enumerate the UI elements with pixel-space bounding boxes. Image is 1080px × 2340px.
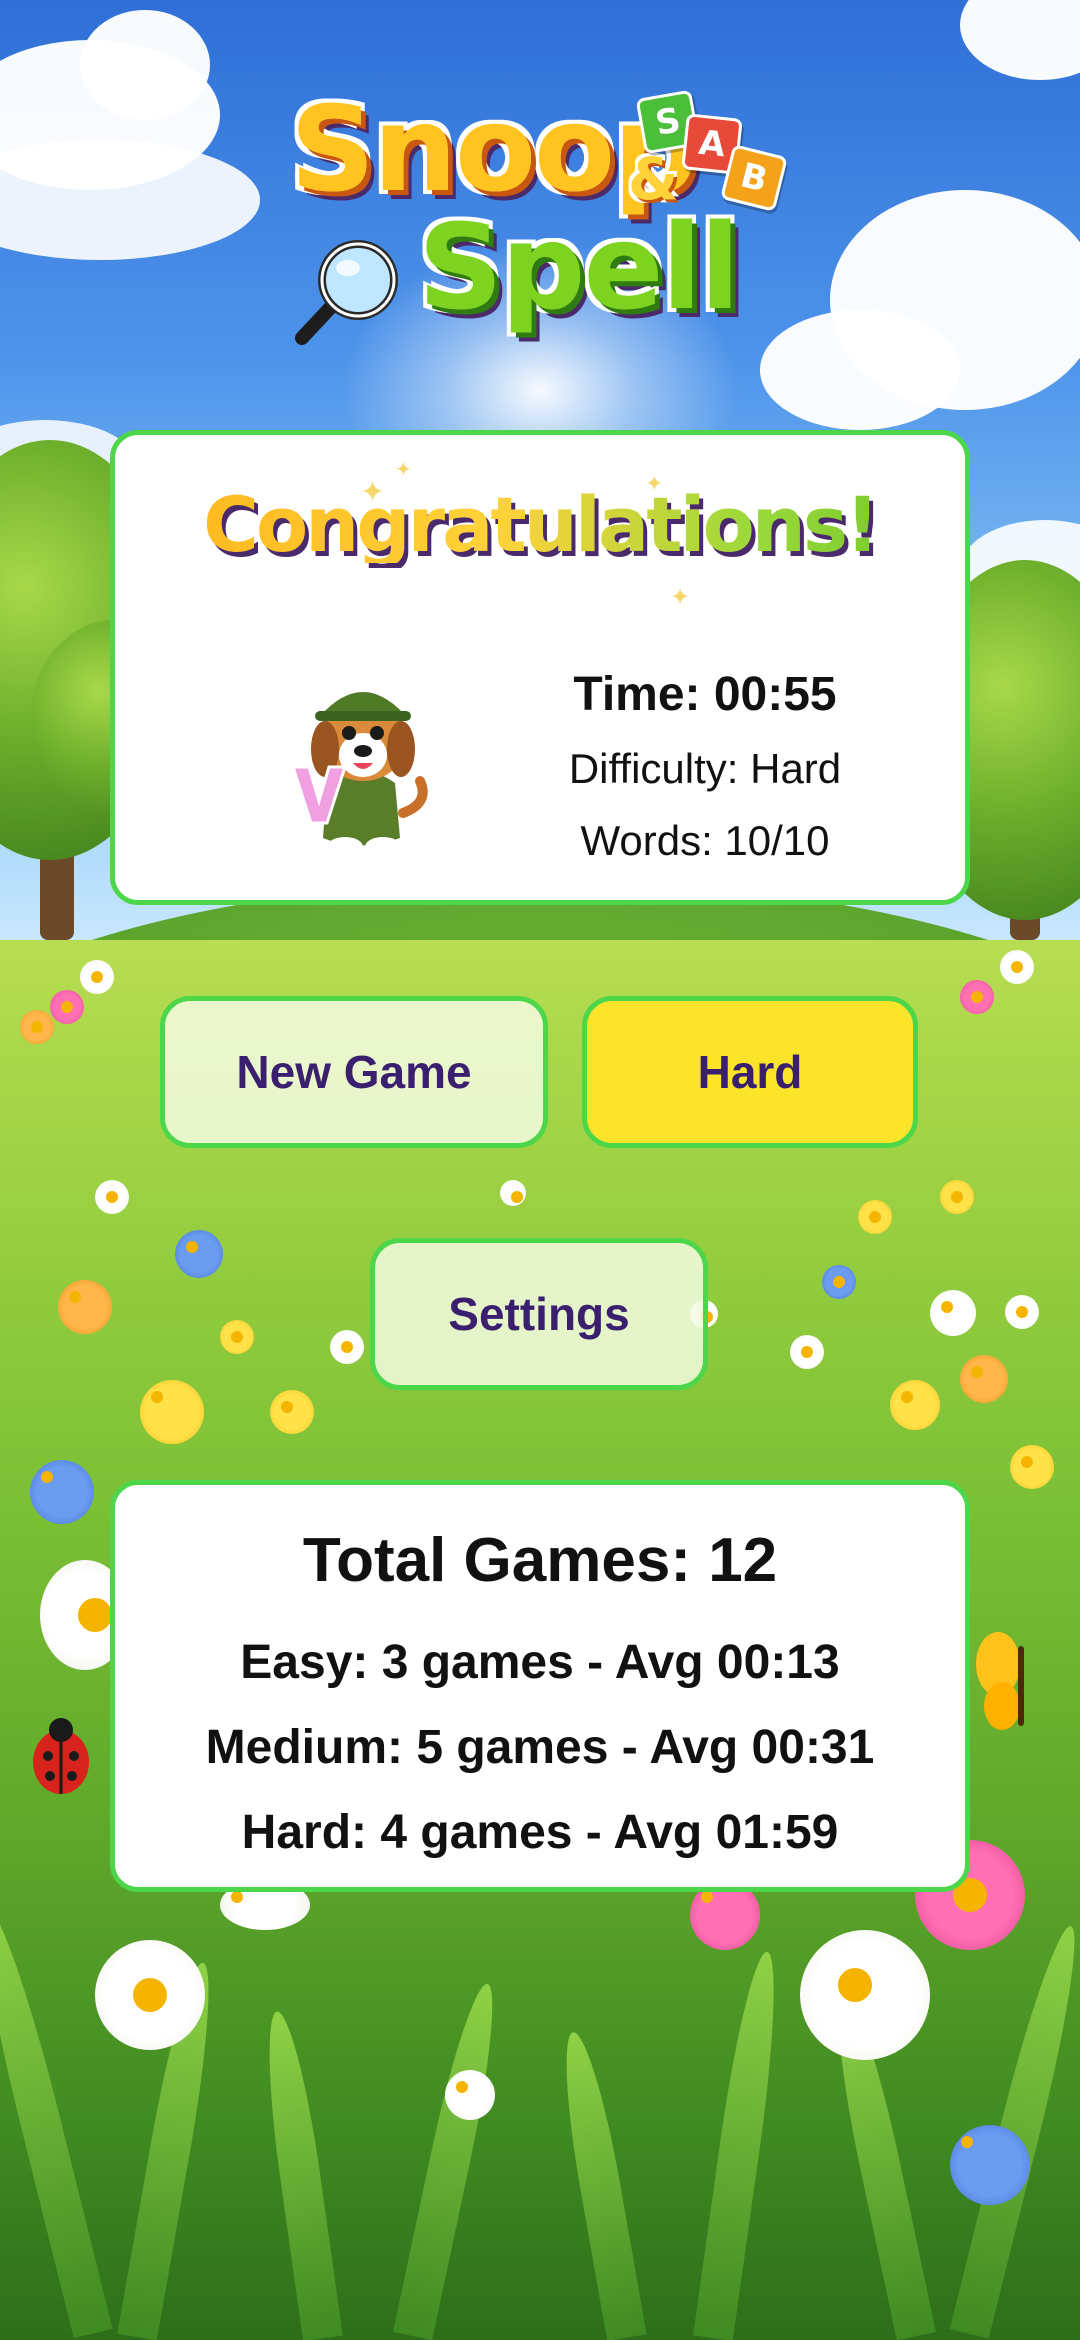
flower [95, 1180, 129, 1214]
flower [1005, 1295, 1039, 1329]
settings-button[interactable]: Settings [370, 1238, 708, 1390]
daisy [800, 1930, 930, 2060]
flower [950, 2125, 1030, 2205]
flower [330, 1330, 364, 1364]
stats-row-hard: Hard: 4 games - Avg 01:59 [241, 1806, 839, 1859]
magnifier-icon [295, 240, 398, 345]
sparkle-icon: ✦ [395, 459, 412, 481]
new-game-button[interactable]: New Game [160, 996, 548, 1148]
flower [858, 1200, 892, 1234]
flower [270, 1390, 314, 1434]
difficulty-stat: Difficulty: Hard [568, 745, 842, 792]
flower [960, 980, 994, 1014]
flower [175, 1230, 223, 1278]
flower [50, 990, 84, 1024]
flower [1010, 1445, 1054, 1489]
flower [80, 960, 114, 994]
sparkle-icon: ✦ [670, 584, 691, 611]
words-stat: Words: 10/10 [580, 817, 830, 864]
dog-mascot [290, 692, 428, 857]
stats-row-easy: Easy: 3 games - Avg 00:13 [240, 1636, 840, 1689]
butterfly-icon [976, 1632, 1024, 1730]
flower [20, 1010, 54, 1044]
app-logo: Snoop & Spell S A B [270, 80, 810, 350]
stats-card: Total Games: 12 Easy: 3 games - Avg 00:1… [110, 1480, 970, 1892]
ladybug-icon [33, 1718, 89, 1794]
time-stat: Time: 00:55 [573, 668, 837, 721]
flower [1000, 950, 1034, 984]
difficulty-button[interactable]: Hard [582, 996, 918, 1148]
flower [30, 1460, 94, 1524]
flower [930, 1290, 976, 1336]
flower [500, 1180, 526, 1206]
stats-row-medium: Medium: 5 games - Avg 00:31 [205, 1721, 875, 1774]
flower [940, 1180, 974, 1214]
flower [445, 2070, 495, 2120]
result-card: ✦ ✦ ✦ ✦ Congratulations! Time: 00:55 Dif… [110, 430, 970, 905]
flower [140, 1380, 204, 1444]
congratulations-title: Congratulations! [115, 487, 965, 563]
total-games: Total Games: 12 [302, 1526, 778, 1595]
flower [220, 1320, 254, 1354]
cloud [80, 10, 210, 120]
background-scene [0, 0, 1080, 2340]
daisy [95, 1940, 205, 2050]
logo-word-spell: Spell [418, 198, 740, 336]
flower [890, 1380, 940, 1430]
flower [790, 1335, 824, 1369]
flower [960, 1355, 1008, 1403]
flower [822, 1265, 856, 1299]
flower [58, 1280, 112, 1334]
